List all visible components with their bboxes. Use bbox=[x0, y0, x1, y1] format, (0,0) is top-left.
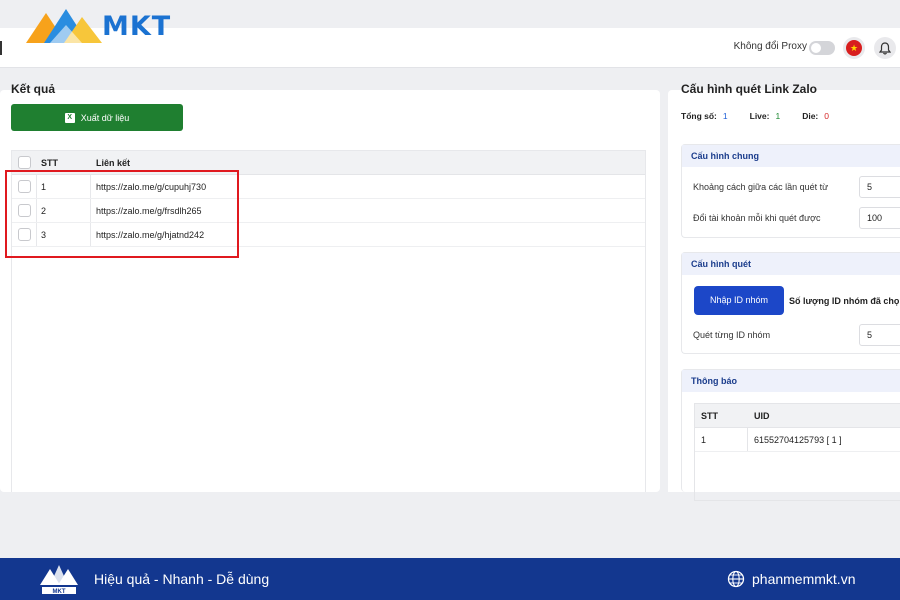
highlight-box bbox=[5, 170, 239, 258]
import-group-id-button[interactable]: Nhập ID nhóm bbox=[694, 286, 784, 315]
proxy-label: Không đổi Proxy bbox=[733, 41, 807, 52]
globe-icon bbox=[727, 570, 745, 588]
section-title: Thông báo bbox=[682, 370, 900, 392]
column-uid: UID bbox=[754, 411, 770, 421]
svg-text:MKT: MKT bbox=[53, 589, 66, 595]
total-label: Tổng số: bbox=[681, 111, 717, 121]
notification-table: STT UID 1 61552704125793 [ 1 ] bbox=[694, 403, 900, 501]
footer-website-link[interactable]: phanmemmkt.vn bbox=[752, 571, 855, 587]
notification-section: Thông báo STT UID 1 61552704125793 [ 1 ] bbox=[681, 369, 900, 501]
live-value: 1 bbox=[775, 111, 781, 121]
row-stt: 1 bbox=[701, 435, 707, 445]
export-label: Xuất dữ liệu bbox=[80, 112, 130, 123]
switch-account-label: Đổi tài khoản mỗi khi quét được bbox=[693, 213, 821, 223]
selected-count-label: Số lượng ID nhóm đã chọn bbox=[789, 296, 900, 306]
stats-bar: Tổng số: 1 Live: 1 Die: 0 bbox=[681, 111, 829, 121]
bell-icon bbox=[879, 41, 891, 55]
die-value: 0 bbox=[824, 111, 829, 121]
mkt-logo-mark-icon bbox=[26, 9, 102, 43]
column-stt: STT bbox=[701, 411, 718, 421]
total-value: 1 bbox=[722, 111, 728, 121]
live-label: Live: bbox=[749, 111, 770, 121]
result-title: Kết quả bbox=[11, 82, 56, 96]
mkt-logo: MKT bbox=[24, 4, 194, 46]
vietnam-flag-icon: ★ bbox=[846, 40, 862, 56]
section-title: Cấu hình chung bbox=[682, 145, 900, 167]
general-config-section: Cấu hình chung Khoảng cách giữa các lần … bbox=[681, 144, 900, 238]
switch-account-input[interactable]: 100 bbox=[859, 207, 900, 229]
scan-config-section: Cấu hình quét Nhập ID nhóm Số lượng ID n… bbox=[681, 252, 900, 354]
config-title: Cấu hình quét Link Zalo bbox=[681, 82, 817, 96]
footer-slogan: Hiệu quả - Nhanh - Dễ dùng bbox=[94, 571, 270, 587]
proxy-toggle[interactable] bbox=[809, 41, 835, 55]
window-edge bbox=[0, 41, 2, 55]
excel-icon: X bbox=[64, 112, 75, 123]
table-row[interactable]: 1 61552704125793 [ 1 ] bbox=[695, 428, 900, 452]
select-all-checkbox[interactable] bbox=[18, 156, 31, 169]
export-data-button[interactable]: X Xuất dữ liệu bbox=[11, 104, 183, 131]
per-group-label: Quét từng ID nhóm bbox=[693, 330, 771, 340]
language-button[interactable]: ★ bbox=[843, 37, 865, 59]
notification-button[interactable] bbox=[874, 37, 896, 59]
interval-label: Khoảng cách giữa các lần quét từ bbox=[693, 182, 829, 192]
column-stt: STT bbox=[41, 158, 58, 168]
die-label: Die: bbox=[802, 111, 819, 121]
logo-text: MKT bbox=[102, 10, 172, 42]
mkt-footer-logo-icon: MKT bbox=[40, 565, 78, 595]
row-uid: 61552704125793 [ 1 ] bbox=[754, 435, 842, 445]
section-title: Cấu hình quét bbox=[682, 253, 900, 275]
column-link: Liên kết bbox=[96, 158, 131, 168]
table-header: STT UID bbox=[695, 404, 900, 428]
interval-input[interactable]: 5 bbox=[859, 176, 900, 198]
footer-banner: MKT Hiệu quả - Nhanh - Dễ dùng phanmemmk… bbox=[0, 558, 900, 600]
per-group-input[interactable]: 5 bbox=[859, 324, 900, 346]
